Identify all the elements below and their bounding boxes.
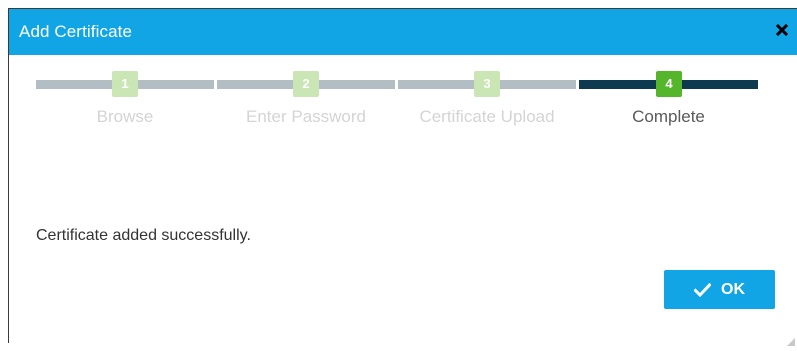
step-3-badge: 3 bbox=[474, 71, 500, 97]
step-1-badge: 1 bbox=[112, 71, 138, 97]
dialog-titlebar: Add Certificate bbox=[9, 9, 797, 55]
step-4-label: Complete bbox=[632, 107, 705, 126]
check-icon bbox=[693, 282, 712, 297]
step-4-badge: 4 bbox=[656, 71, 682, 97]
close-icon[interactable] bbox=[771, 19, 793, 41]
wizard-stepper: 1 Browse 2 Enter Password 3 Certificate … bbox=[36, 71, 758, 140]
step-1-label: Browse bbox=[96, 107, 154, 126]
ok-button-label: OK bbox=[721, 280, 745, 298]
add-certificate-dialog: Add Certificate 1 Browse 2 Enter Passwor… bbox=[8, 8, 797, 346]
step-2-badge: 2 bbox=[293, 71, 319, 97]
step-2-label: Enter Password bbox=[246, 107, 366, 126]
resize-grip-icon[interactable] bbox=[787, 333, 795, 346]
step-3-label: Certificate Upload bbox=[419, 107, 555, 126]
success-message: Certificate added successfully. bbox=[36, 227, 251, 244]
dialog-title: Add Certificate bbox=[19, 22, 132, 41]
ok-button[interactable]: OK bbox=[664, 270, 775, 309]
